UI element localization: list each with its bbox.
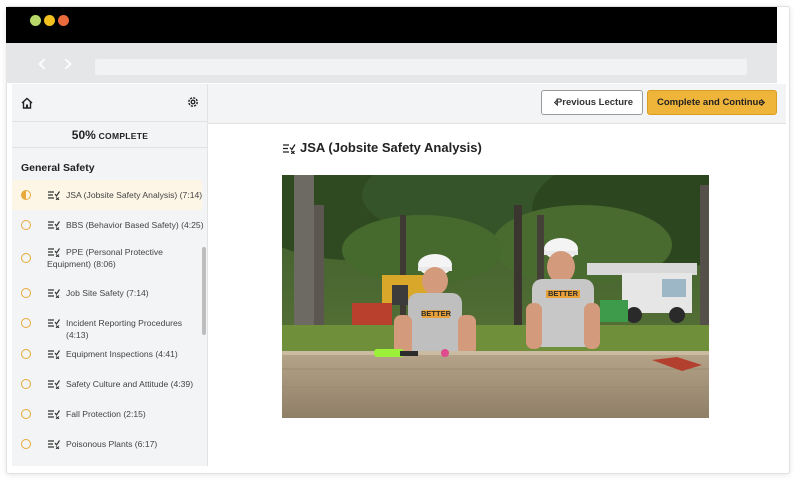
lesson-item[interactable]: Incident Reporting Procedures (4:13)	[12, 310, 202, 340]
lesson-label: PPE (Personal Protective Equipment) (8:0…	[47, 247, 163, 269]
shirt-text-right: BETTER	[548, 289, 579, 298]
not-started-icon	[21, 288, 31, 298]
lesson-item[interactable]: BBS (Behavior Based Safety) (4:25)	[12, 212, 204, 238]
lecture-list-icon	[48, 319, 60, 328]
gear-icon[interactable]	[186, 95, 200, 109]
complete-and-continue-label: Complete and Continue	[657, 97, 764, 108]
title-bar	[6, 7, 777, 43]
sidebar-scrollbar[interactable]	[202, 247, 206, 335]
window-maximize-button[interactable]	[30, 15, 41, 26]
window-close-button[interactable]	[58, 15, 69, 26]
section-title: General Safety	[21, 162, 95, 174]
lecture-list-icon	[283, 144, 296, 154]
lecture-list-icon	[48, 350, 60, 359]
lecture-list-icon	[48, 221, 60, 230]
lesson-label: Job Site Safety (7:14)	[66, 288, 149, 298]
previous-lecture-label: Previous Lecture	[555, 97, 633, 108]
not-started-icon	[21, 409, 31, 419]
not-started-icon	[21, 439, 31, 449]
lesson-item[interactable]: JSA (Jobsite Safety Analysis) (7:14)	[12, 180, 202, 210]
lesson-label: Poisonous Plants (6:17)	[66, 439, 158, 449]
lecture-video[interactable]: BETTER BETTER	[282, 175, 709, 418]
lesson-item[interactable]: Equipment Inspections (4:41)	[12, 341, 202, 367]
not-started-icon	[21, 318, 31, 328]
progress-percent: 50%	[71, 128, 96, 142]
lesson-label: Incident Reporting Procedures (4:13)	[66, 318, 183, 340]
complete-and-continue-button[interactable]: Complete and Continue	[647, 90, 777, 115]
lesson-item[interactable]: Job Site Safety (7:14)	[12, 280, 202, 306]
lesson-label: BBS (Behavior Based Safety) (4:25)	[66, 220, 204, 230]
lecture-list-icon	[48, 191, 60, 200]
course-sidebar: 50% COMPLETE General Safety JSA (Jobsite…	[12, 84, 208, 466]
shirt-text-left: BETTER	[421, 309, 452, 318]
not-started-icon	[21, 379, 31, 389]
lesson-label: JSA (Jobsite Safety Analysis) (7:14)	[66, 190, 203, 200]
home-icon[interactable]	[20, 96, 34, 110]
in-progress-icon	[21, 190, 31, 200]
lecture-title: JSA (Jobsite Safety Analysis)	[300, 140, 482, 155]
previous-lecture-button[interactable]: Previous Lecture	[541, 90, 643, 115]
lesson-item[interactable]: Safety Culture and Attitude (4:39)	[12, 371, 202, 397]
window-minimize-button[interactable]	[44, 15, 55, 26]
lesson-item[interactable]: Fall Protection (2:15)	[12, 401, 202, 427]
lesson-label: Fall Protection (2:15)	[66, 409, 146, 419]
lecture-list-icon	[48, 380, 60, 389]
course-progress: 50% COMPLETE	[12, 122, 207, 148]
not-started-icon	[21, 349, 31, 359]
progress-label: COMPLETE	[98, 131, 149, 141]
sidebar-header	[12, 84, 207, 122]
lecture-list-icon	[48, 440, 60, 449]
lecture-list-icon	[48, 289, 60, 298]
address-bar[interactable]	[95, 59, 747, 75]
lecture-list-icon	[48, 410, 60, 419]
lesson-item[interactable]: PPE (Personal Protective Equipment) (8:0…	[12, 240, 202, 276]
lesson-item[interactable]: Poisonous Plants (6:17)	[12, 431, 202, 457]
not-started-icon	[21, 253, 31, 263]
lesson-label: Safety Culture and Attitude (4:39)	[66, 379, 194, 389]
lesson-label: Equipment Inspections (4:41)	[66, 349, 178, 359]
not-started-icon	[21, 220, 31, 230]
